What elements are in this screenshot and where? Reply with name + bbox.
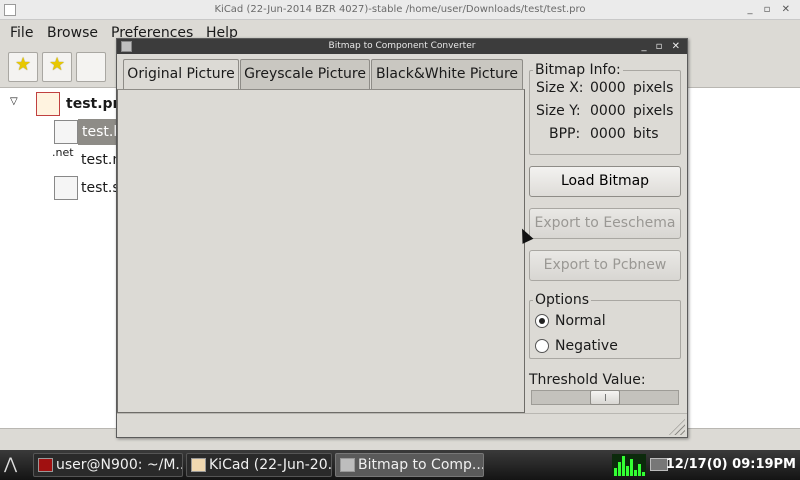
tab-greyscale-picture[interactable]: Greyscale Picture: [240, 59, 370, 89]
tab-black-white-picture[interactable]: Black&White Picture: [371, 59, 523, 89]
negative-radio-label[interactable]: Negative: [555, 337, 618, 355]
task-terminal[interactable]: user@N900: ~/M...: [33, 453, 183, 477]
schematic-file-icon: [54, 176, 78, 200]
cpu-monitor: [612, 454, 646, 476]
taskbar: ⋀ user@N900: ~/M... KiCad (22-Jun-20... …: [0, 450, 800, 480]
task-bitmap-converter[interactable]: Bitmap to Comp...: [335, 453, 484, 477]
tree-item-schematic[interactable]: test.s: [81, 175, 120, 201]
resize-grip-icon[interactable]: [669, 419, 685, 435]
threshold-slider[interactable]: [531, 390, 679, 405]
bitmap-converter-icon: [340, 458, 355, 472]
export-eeschema-button[interactable]: Export to Eeschema: [529, 208, 681, 239]
options-heading: Options: [533, 292, 592, 308]
open-project-button[interactable]: [76, 52, 106, 82]
threshold-label: Threshold Value:: [529, 372, 646, 388]
bitmap-info-heading: Bitmap Info:: [533, 62, 623, 78]
pcb-file-icon: [54, 120, 78, 144]
kicad-icon: [191, 458, 206, 472]
bitmap-converter-dialog: Bitmap to Component Converter _ ▫ ✕ Orig…: [116, 38, 688, 438]
size-y-value: 0000: [590, 103, 626, 119]
kicad-project-icon: [36, 92, 60, 116]
picture-preview-panel: [117, 89, 525, 413]
main-window-controls[interactable]: _ ▫ ✕: [747, 0, 794, 20]
bpp-unit: bits: [633, 126, 659, 142]
dialog-window-controls[interactable]: _ ▫ ✕: [641, 39, 683, 54]
terminal-icon: [38, 458, 53, 472]
task-bitmap-converter-label: Bitmap to Comp...: [358, 457, 484, 473]
star-icon: ★: [15, 54, 32, 75]
dialog-titlebar[interactable]: Bitmap to Component Converter _ ▫ ✕: [117, 39, 687, 54]
menu-file[interactable]: File: [10, 25, 33, 41]
expand-arrow-icon[interactable]: ▽: [10, 96, 18, 107]
star-icon: ★: [49, 54, 66, 75]
app-icon: [4, 4, 16, 16]
menu-browse[interactable]: Browse: [47, 25, 98, 41]
bpp-value: 0000: [590, 126, 626, 142]
export-pcbnew-button[interactable]: Export to Pcbnew: [529, 250, 681, 281]
task-kicad[interactable]: KiCad (22-Jun-20...: [186, 453, 332, 477]
netlist-file-icon: .net: [52, 146, 74, 159]
task-terminal-label: user@N900: ~/M...: [56, 457, 183, 473]
task-kicad-label: KiCad (22-Jun-20...: [209, 457, 332, 473]
new-project-template-button[interactable]: ★: [42, 52, 72, 82]
clock[interactable]: 12/17(0) 09:19PM: [666, 457, 796, 472]
main-window-titlebar: KiCad (22-Jun-2014 BZR 4027)-stable /hom…: [0, 0, 800, 20]
dialog-app-icon: [121, 41, 132, 52]
negative-radio[interactable]: [535, 339, 549, 353]
size-y-label: Size Y:: [536, 103, 581, 119]
threshold-slider-thumb[interactable]: [590, 390, 620, 405]
normal-radio[interactable]: [535, 314, 549, 328]
size-x-label: Size X:: [536, 80, 584, 96]
bpp-label: BPP:: [549, 126, 581, 142]
size-x-value: 0000: [590, 80, 626, 96]
dialog-title: Bitmap to Component Converter: [328, 41, 476, 51]
new-project-button[interactable]: ★: [8, 52, 38, 82]
tab-original-picture[interactable]: Original Picture: [123, 59, 239, 90]
load-bitmap-button[interactable]: Load Bitmap: [529, 166, 681, 197]
size-y-unit: pixels: [633, 103, 674, 119]
normal-radio-label[interactable]: Normal: [555, 312, 606, 330]
start-menu-icon[interactable]: ⋀: [4, 454, 17, 473]
main-window-title: KiCad (22-Jun-2014 BZR 4027)-stable /hom…: [214, 4, 586, 15]
dialog-statusbar: [117, 413, 687, 437]
size-x-unit: pixels: [633, 80, 674, 96]
